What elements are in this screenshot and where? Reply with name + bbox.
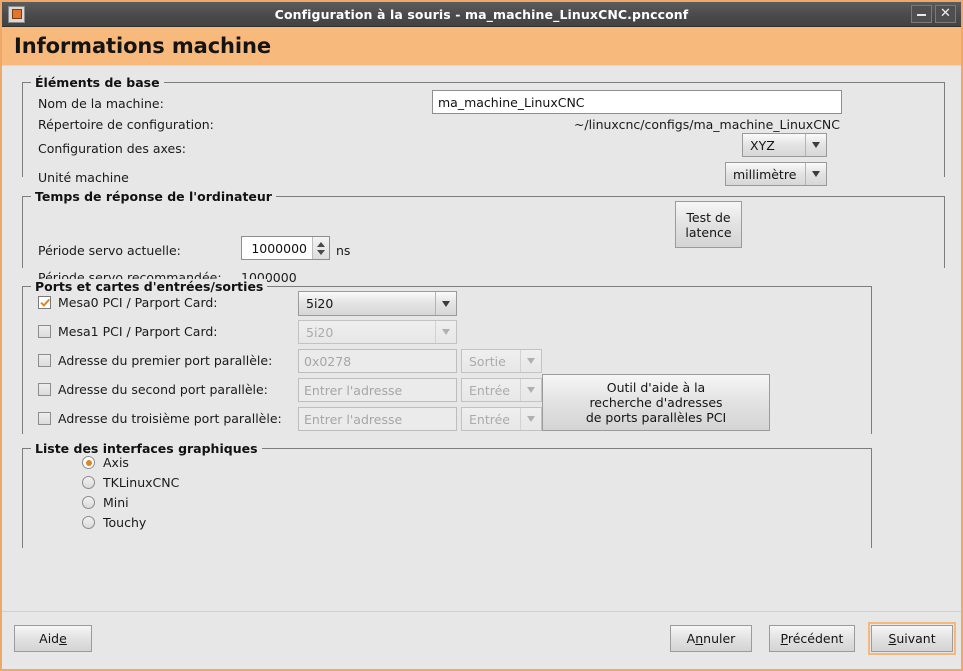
- page-body: Éléments de base Nom de la machine: Répe…: [2, 66, 961, 611]
- parport2-checkbox-row[interactable]: Adresse du second port parallèle:: [38, 382, 268, 397]
- chevron-down-icon: [520, 379, 541, 401]
- mesa0-card-value: 5i20: [306, 296, 334, 311]
- config-dir-label: Répertoire de configuration:: [38, 117, 214, 132]
- parport2-checkbox[interactable]: [38, 383, 51, 396]
- mesa0-label: Mesa0 PCI / Parport Card:: [58, 295, 218, 310]
- radio-touchy[interactable]: [82, 516, 95, 529]
- machine-unit-combo[interactable]: millimètre: [725, 162, 827, 186]
- parport3-checkbox-row[interactable]: Adresse du troisième port parallèle:: [38, 411, 282, 426]
- parport1-direction-value: Sortie: [469, 353, 506, 369]
- parport1-direction-combo: Sortie: [461, 349, 542, 373]
- latency-test-line1: Test de: [686, 209, 731, 225]
- group-latency-legend: Temps de réponse de l'ordinateur: [31, 189, 276, 204]
- group-basic-legend: Éléments de base: [31, 75, 164, 90]
- pncconf-window: Configuration à la souris - ma_machine_L…: [0, 0, 963, 671]
- back-button-label: Précédent: [780, 631, 844, 646]
- parport1-label: Adresse du premier port parallèle:: [58, 353, 273, 368]
- parport3-direction-combo: Entrée: [461, 407, 542, 431]
- minimize-icon: [917, 13, 926, 16]
- window-title: Configuration à la souris - ma_machine_L…: [274, 6, 689, 22]
- chevron-down-icon: [435, 292, 456, 315]
- minimize-button[interactable]: [911, 5, 932, 23]
- parport2-address-input: [298, 378, 457, 402]
- gui-option-axis-label: Axis: [103, 455, 129, 470]
- footer-bar: Aide Annuler Précédent Suivant: [2, 611, 961, 669]
- chevron-down-icon: [520, 408, 541, 430]
- page-title: Informations machine: [14, 34, 272, 58]
- machine-name-label: Nom de la machine:: [38, 96, 164, 111]
- parport2-direction-combo: Entrée: [461, 378, 542, 402]
- spinner-up-icon[interactable]: [317, 241, 325, 247]
- gui-option-tklinuxcnc-label: TKLinuxCNC: [103, 475, 180, 490]
- gui-option-axis[interactable]: Axis: [82, 455, 129, 470]
- machine-unit-label: Unité machine: [38, 170, 129, 185]
- parport3-label: Adresse du troisième port parallèle:: [58, 411, 282, 426]
- mesa1-checkbox-row[interactable]: Mesa1 PCI / Parport Card:: [38, 324, 218, 339]
- gui-option-mini-label: Mini: [103, 495, 129, 510]
- gui-option-touchy-label: Touchy: [103, 515, 147, 530]
- pci-address-helper-button[interactable]: Outil d'aide à la recherche d'adresses d…: [542, 374, 770, 431]
- latency-test-line2: latence: [685, 224, 732, 240]
- mesa1-checkbox[interactable]: [38, 325, 51, 338]
- next-button[interactable]: Suivant: [868, 622, 956, 655]
- servo-period-spinner[interactable]: 1000000: [241, 236, 330, 260]
- latency-test-button[interactable]: Test de latence: [675, 201, 742, 248]
- mesa1-label: Mesa1 PCI / Parport Card:: [58, 324, 218, 339]
- pci-helper-line2: recherche d'adresses: [589, 395, 723, 410]
- axis-config-value: XYZ: [750, 137, 775, 153]
- group-io-legend: Ports et cartes d'entrées/sorties: [31, 279, 268, 294]
- machine-name-input[interactable]: [432, 90, 842, 114]
- spinner-down-icon[interactable]: [317, 249, 325, 255]
- back-button[interactable]: Précédent: [769, 625, 855, 652]
- close-button[interactable]: ✕: [935, 5, 956, 23]
- group-gui-legend: Liste des interfaces graphiques: [31, 441, 262, 456]
- mesa0-checkbox[interactable]: [38, 296, 51, 309]
- chevron-down-icon: [520, 350, 541, 372]
- parport3-checkbox[interactable]: [38, 412, 51, 425]
- help-button[interactable]: Aide: [14, 625, 92, 652]
- mesa1-card-combo: 5i20: [298, 320, 457, 344]
- title-bar: Configuration à la souris - ma_machine_L…: [2, 2, 961, 27]
- parport1-checkbox-row[interactable]: Adresse du premier port parallèle:: [38, 353, 272, 368]
- parport2-direction-value: Entrée: [469, 382, 510, 398]
- chevron-down-icon: [805, 134, 826, 156]
- pci-helper-line1: Outil d'aide à la: [606, 380, 706, 395]
- help-button-label: Aide: [39, 631, 67, 646]
- cancel-button[interactable]: Annuler: [670, 625, 752, 652]
- app-icon: [8, 5, 25, 23]
- radio-mini[interactable]: [82, 496, 95, 509]
- group-gui-list: Liste des interfaces graphiques: [22, 441, 872, 548]
- radio-tklinuxcnc[interactable]: [82, 476, 95, 489]
- servo-period-unit: ns: [336, 243, 351, 258]
- spinner-arrows[interactable]: [312, 237, 329, 259]
- parport3-address-input: [298, 407, 457, 431]
- parport3-direction-value: Entrée: [469, 411, 510, 427]
- mesa0-card-combo[interactable]: 5i20: [298, 291, 457, 316]
- gui-option-tklinuxcnc[interactable]: TKLinuxCNC: [82, 475, 179, 490]
- pci-helper-line3: de ports parallèles PCI: [585, 410, 727, 425]
- config-dir-value: ~/linuxcnc/configs/ma_machine_LinuxCNC: [573, 117, 840, 132]
- servo-period-value: 1000000: [251, 240, 307, 256]
- gui-option-mini[interactable]: Mini: [82, 495, 129, 510]
- chevron-down-icon: [435, 321, 456, 343]
- parport2-label: Adresse du second port parallèle:: [58, 382, 268, 397]
- window-controls: ✕: [911, 5, 959, 23]
- servo-current-label: Période servo actuelle:: [38, 243, 181, 258]
- gui-option-touchy[interactable]: Touchy: [82, 515, 146, 530]
- machine-unit-value: millimètre: [733, 166, 797, 182]
- axis-config-combo[interactable]: XYZ: [742, 133, 827, 157]
- cancel-button-label: Annuler: [686, 631, 736, 646]
- mesa1-card-value: 5i20: [306, 324, 334, 340]
- parport1-checkbox[interactable]: [38, 354, 51, 367]
- parport1-address-input: [298, 349, 457, 373]
- radio-axis[interactable]: [82, 456, 95, 469]
- next-button-label: Suivant: [888, 631, 936, 646]
- axis-config-label: Configuration des axes:: [38, 141, 186, 156]
- chevron-down-icon: [805, 163, 826, 185]
- mesa0-checkbox-row[interactable]: Mesa0 PCI / Parport Card:: [38, 295, 218, 310]
- page-header: Informations machine: [2, 27, 961, 66]
